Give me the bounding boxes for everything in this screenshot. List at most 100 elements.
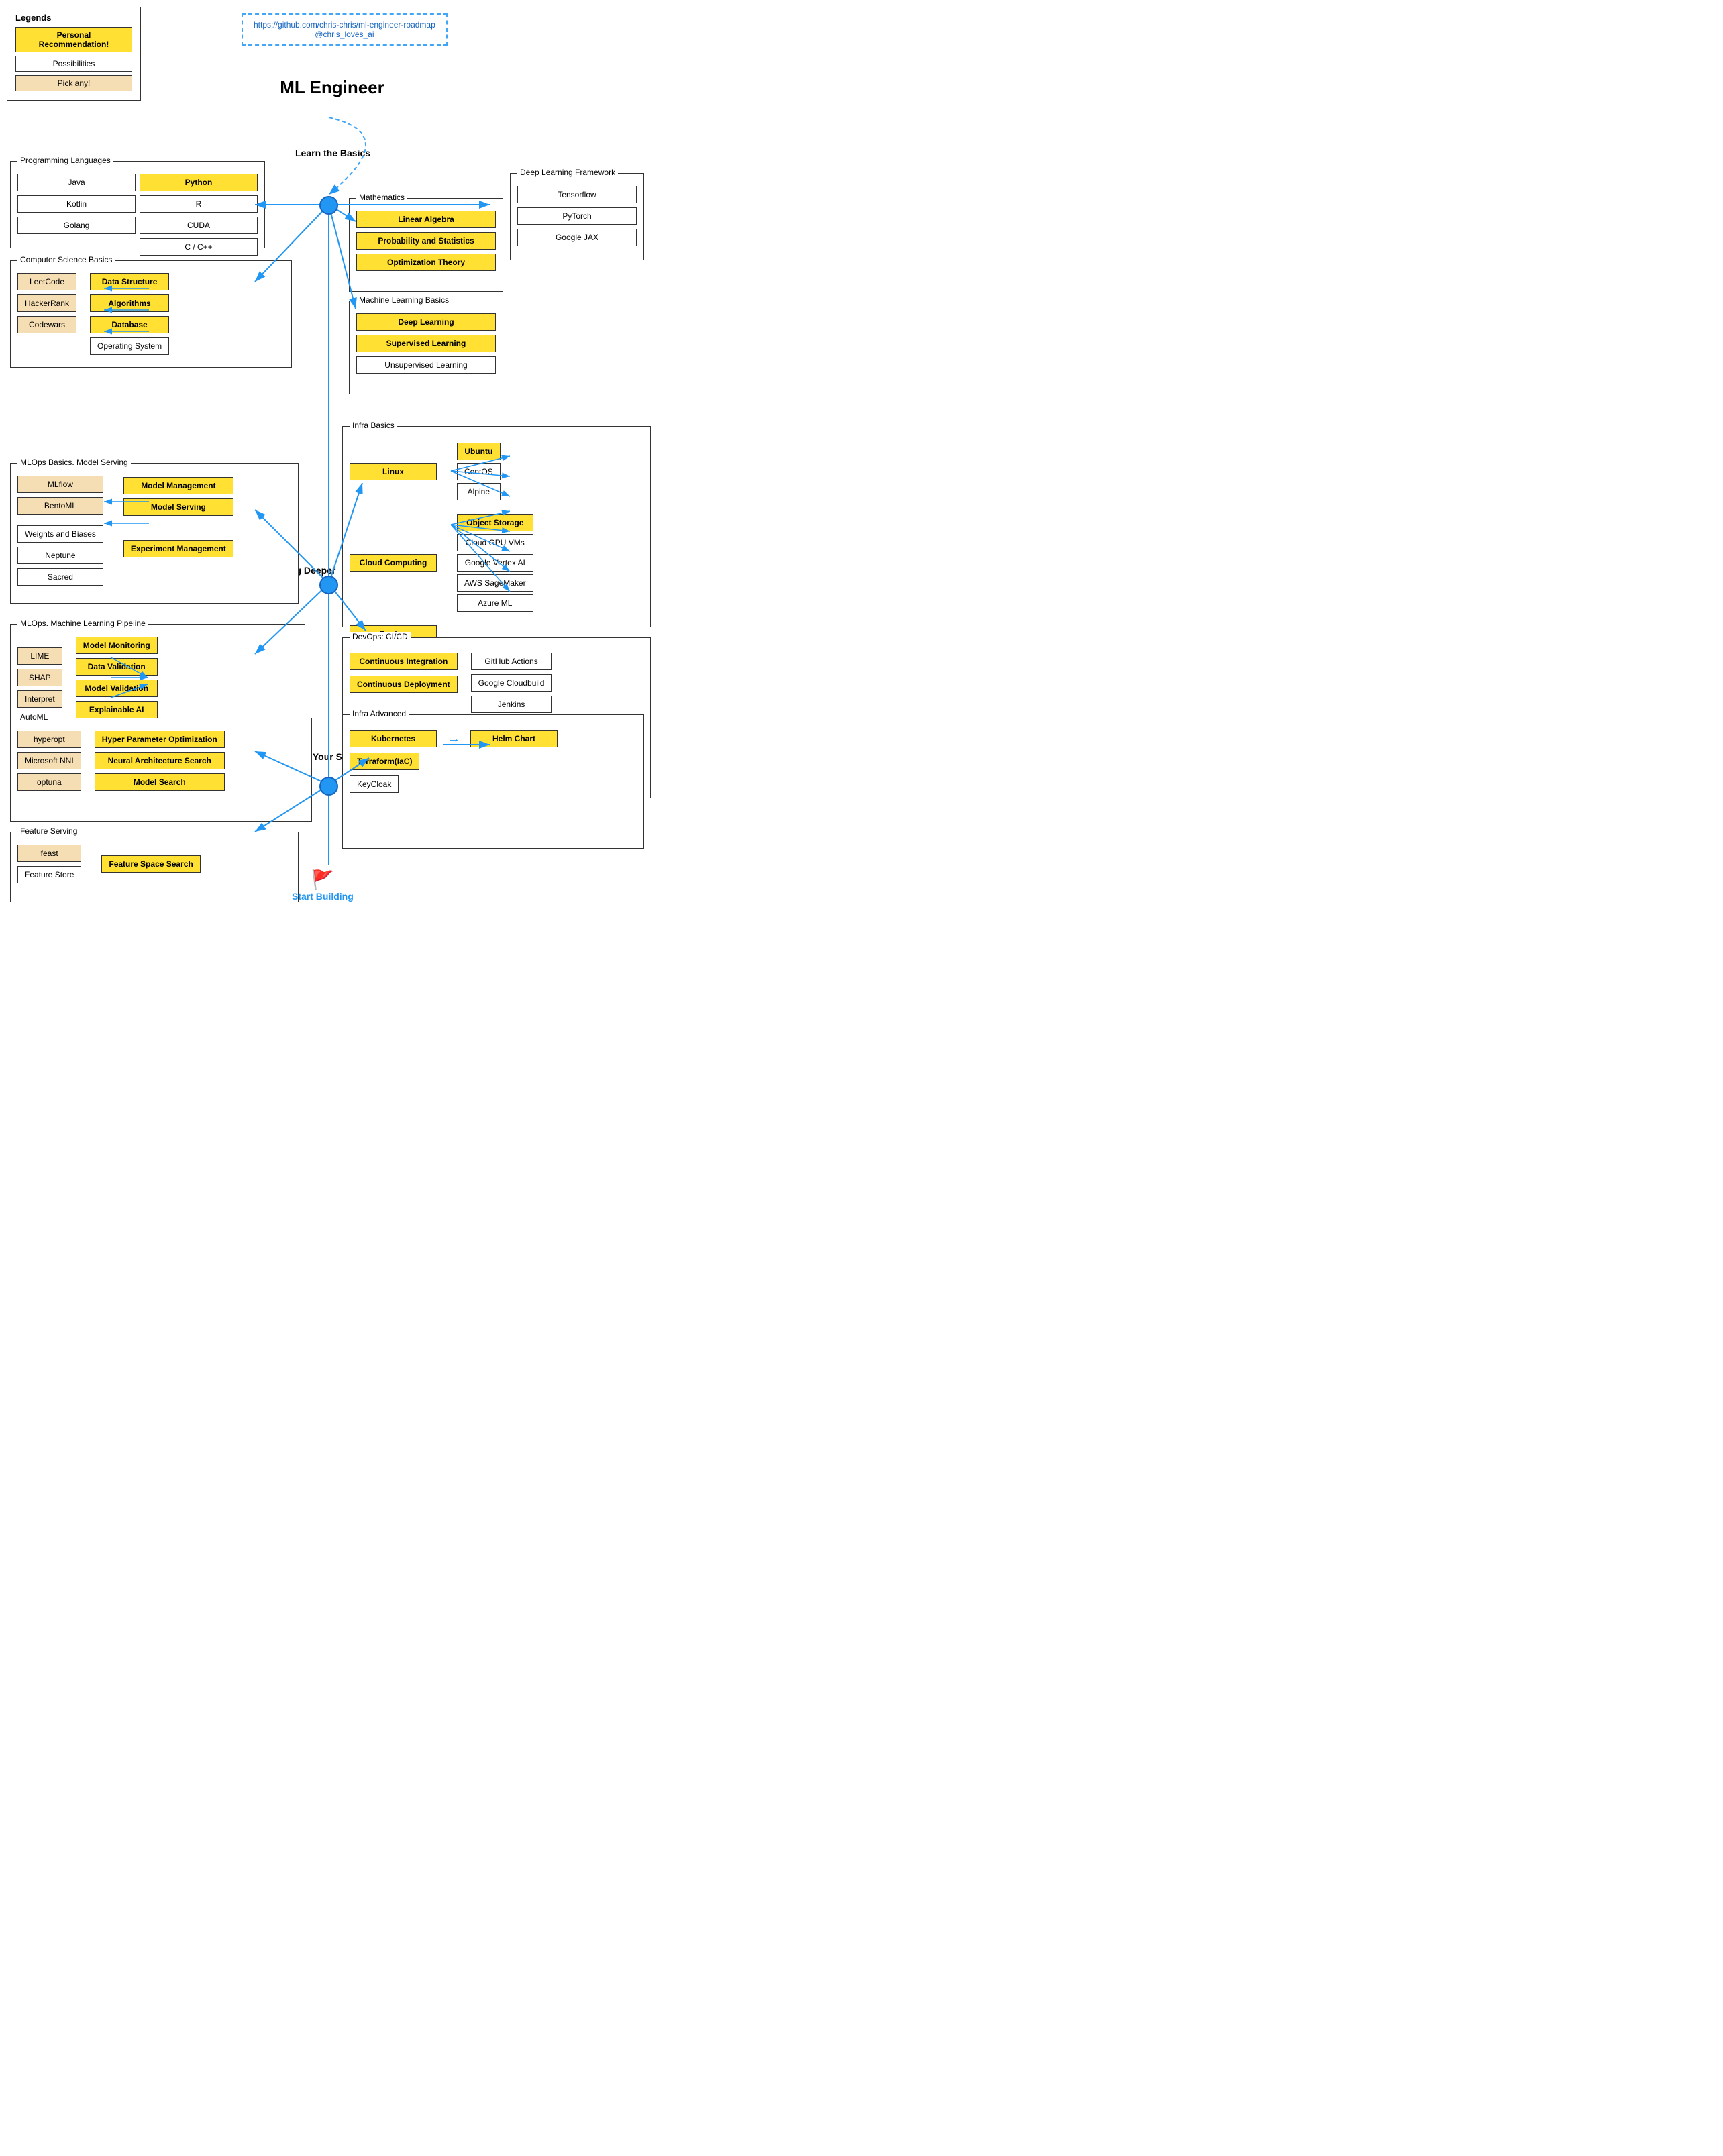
item-feature-store: Feature Store xyxy=(17,866,81,883)
legend-personal: Personal Recommendation! xyxy=(15,27,132,52)
item-bentoml: BentoML xyxy=(17,497,103,515)
item-optuna: optuna xyxy=(17,773,81,791)
node-maximize xyxy=(319,777,338,796)
devops-title: DevOps: CI/CD xyxy=(350,632,411,641)
main-title: ML Engineer xyxy=(255,77,409,98)
programming-title: Programming Languages xyxy=(17,156,113,165)
infra-advanced-title: Infra Advanced xyxy=(350,709,409,718)
start-building: 🚩 Start Building xyxy=(292,869,354,902)
cs-basics-title: Computer Science Basics xyxy=(17,255,115,264)
item-lime: LIME xyxy=(17,647,62,665)
item-golang: Golang xyxy=(17,217,136,234)
item-hyperopt: hyperopt xyxy=(17,731,81,748)
mathematics-section: Mathematics Linear Algebra Probability a… xyxy=(349,198,503,292)
item-centos: CentOS xyxy=(457,463,501,480)
dl-framework-title: Deep Learning Framework xyxy=(517,168,618,177)
item-linear-algebra: Linear Algebra xyxy=(356,211,496,228)
item-model-monitoring: Model Monitoring xyxy=(76,637,158,654)
mlops-pipeline-title: MLOps. Machine Learning Pipeline xyxy=(17,618,148,628)
automl-title: AutoML xyxy=(17,712,50,722)
item-optimization-theory: Optimization Theory xyxy=(356,254,496,271)
item-neural-arch: Neural Architecture Search xyxy=(95,752,225,769)
item-shap: SHAP xyxy=(17,669,62,686)
cs-basics-section: Computer Science Basics LeetCode HackerR… xyxy=(10,260,292,368)
item-algorithms: Algorithms xyxy=(90,294,169,312)
programming-languages-section: Programming Languages Java Python Kotlin… xyxy=(10,161,265,248)
item-hyper-param: Hyper Parameter Optimization xyxy=(95,731,225,748)
ml-basics-title: Machine Learning Basics xyxy=(356,295,452,305)
item-feature-space-search: Feature Space Search xyxy=(101,855,200,873)
item-pytorch: PyTorch xyxy=(517,207,637,225)
item-linux: Linux xyxy=(350,463,437,480)
item-feast: feast xyxy=(17,845,81,862)
item-kubernetes: Kubernetes xyxy=(350,730,437,747)
start-building-label: Start Building xyxy=(292,891,354,902)
infra-advanced-section: Infra Advanced Kubernetes → Helm Chart T… xyxy=(342,714,644,849)
item-interpret: Interpret xyxy=(17,690,62,708)
item-terraform: Terraform(IaC) xyxy=(350,753,419,770)
feature-serving-section: Feature Serving feast Feature Store Feat… xyxy=(10,832,299,902)
mlops-serving-title: MLOps Basics. Model Serving xyxy=(17,457,131,467)
item-tensorflow: Tensorflow xyxy=(517,186,637,203)
item-alpine: Alpine xyxy=(457,483,501,500)
item-python: Python xyxy=(140,174,258,191)
item-google-jax: Google JAX xyxy=(517,229,637,246)
item-google-cloudbuild: Google Cloudbuild xyxy=(471,674,552,692)
item-c: C / C++ xyxy=(140,238,258,256)
item-azure-ml: Azure ML xyxy=(457,594,533,612)
item-weights-biases: Weights and Biases xyxy=(17,525,103,543)
item-database: Database xyxy=(90,316,169,333)
legend-title: Legends xyxy=(15,13,132,23)
item-model-validation: Model Validation xyxy=(76,680,158,697)
item-github-actions: GitHub Actions xyxy=(471,653,552,670)
item-jenkins: Jenkins xyxy=(471,696,552,713)
feature-serving-title: Feature Serving xyxy=(17,826,80,836)
item-java: Java xyxy=(17,174,136,191)
item-continuous-deployment: Continuous Deployment xyxy=(350,676,458,693)
item-continuous-integration: Continuous Integration xyxy=(350,653,458,670)
twitter-link[interactable]: @chris_loves_ai xyxy=(254,30,435,39)
mlops-serving-section: MLOps Basics. Model Serving MLflow Bento… xyxy=(10,463,299,604)
item-cuda: CUDA xyxy=(140,217,258,234)
item-helm-chart: Helm Chart xyxy=(470,730,558,747)
header-link[interactable]: https://github.com/chris-chris/ml-engine… xyxy=(242,13,448,46)
item-vertex-ai: Google Vertex AI xyxy=(457,554,533,572)
dl-framework-section: Deep Learning Framework Tensorflow PyTor… xyxy=(510,173,644,260)
legend: Legends Personal Recommendation! Possibi… xyxy=(7,7,141,101)
item-supervised: Supervised Learning xyxy=(356,335,496,352)
node-getting-deeper xyxy=(319,576,338,594)
learn-basics-label: Learn the Basics xyxy=(295,148,370,158)
item-sagemaker: AWS SageMaker xyxy=(457,574,533,592)
item-r: R xyxy=(140,195,258,213)
item-cloud-gpu: Cloud GPU VMs xyxy=(457,534,533,551)
item-ubuntu: Ubuntu xyxy=(457,443,501,460)
item-data-validation: Data Validation xyxy=(76,658,158,676)
legend-pick-any: Pick any! xyxy=(15,75,132,91)
item-experiment-management: Experiment Management xyxy=(123,540,233,557)
infra-basics-title: Infra Basics xyxy=(350,421,397,430)
math-title: Mathematics xyxy=(356,193,407,202)
item-model-search: Model Search xyxy=(95,773,225,791)
legend-possibilities: Possibilities xyxy=(15,56,132,72)
automl-section: AutoML hyperopt Microsoft NNI optuna Hyp… xyxy=(10,718,312,822)
item-microsoft-nni: Microsoft NNI xyxy=(17,752,81,769)
item-deep-learning: Deep Learning xyxy=(356,313,496,331)
item-leetcode: LeetCode xyxy=(17,273,76,290)
item-prob-stats: Probability and Statistics xyxy=(356,232,496,250)
item-keycloak: KeyCloak xyxy=(350,775,399,793)
github-link[interactable]: https://github.com/chris-chris/ml-engine… xyxy=(254,20,435,30)
ml-basics-section: Machine Learning Basics Deep Learning Su… xyxy=(349,301,503,394)
item-mlflow: MLflow xyxy=(17,476,103,493)
item-object-storage: Object Storage xyxy=(457,514,533,531)
node-learn-basics xyxy=(319,196,338,215)
item-sacred: Sacred xyxy=(17,568,103,586)
item-unsupervised: Unsupervised Learning xyxy=(356,356,496,374)
item-kotlin: Kotlin xyxy=(17,195,136,213)
item-cloud-computing: Cloud Computing xyxy=(350,554,437,572)
item-explainable-ai: Explainable AI xyxy=(76,701,158,718)
item-os: Operating System xyxy=(90,337,169,355)
item-model-serving: Model Serving xyxy=(123,498,233,516)
item-model-management: Model Management xyxy=(123,477,233,494)
item-codewars: Codewars xyxy=(17,316,76,333)
item-data-structure: Data Structure xyxy=(90,273,169,290)
